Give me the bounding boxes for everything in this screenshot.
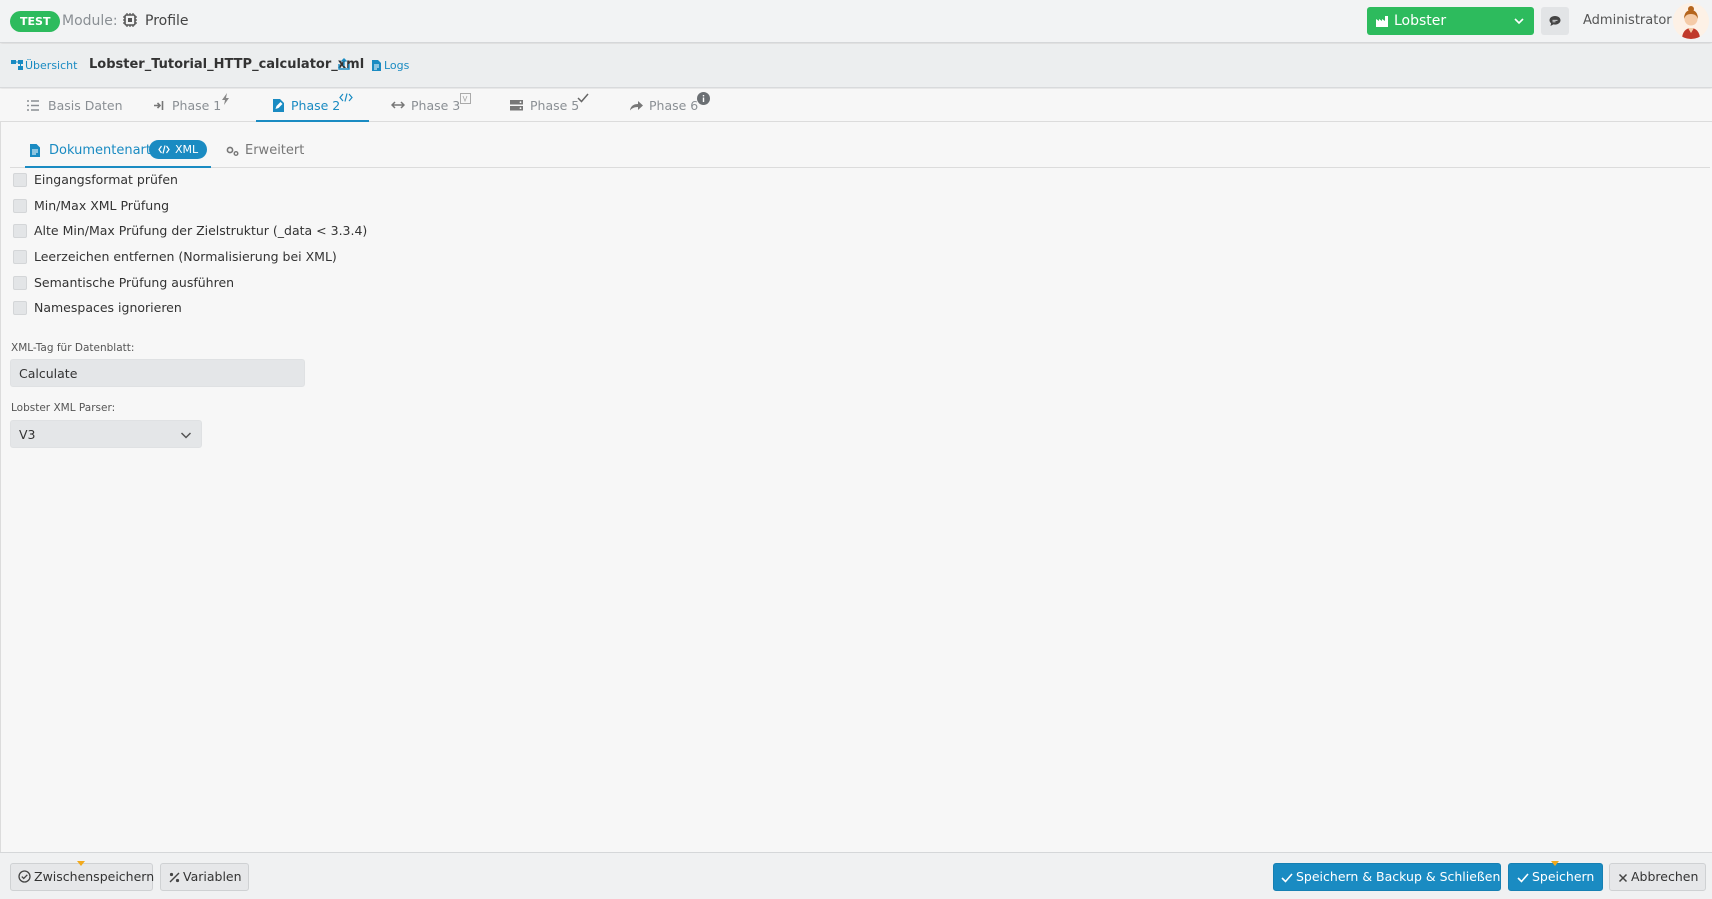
tab-label: Phase 5 (530, 98, 580, 113)
env-badge: TEST (10, 11, 61, 32)
file-edit-icon (273, 99, 284, 112)
logs-link[interactable]: Logs (372, 59, 409, 72)
sitemap-icon (11, 60, 23, 70)
footer: Zwischenspeichern Variablen Speichern & … (0, 852, 1712, 899)
cogs-icon (226, 146, 239, 156)
cancel-button[interactable]: Abbrechen (1609, 863, 1706, 891)
save-button[interactable]: Speichern (1508, 863, 1603, 891)
top-bar: TEST Module: Profile Lobster Administrat… (0, 0, 1712, 43)
notch-marker (1551, 861, 1559, 866)
check-circle-icon (18, 870, 31, 883)
tab-erweitert[interactable]: Erweitert (224, 133, 314, 168)
server-icon (510, 100, 523, 111)
profile-bar: Übersicht Lobster_Tutorial_HTTP_calculat… (0, 44, 1712, 88)
tab-phase-5[interactable]: Phase 5 (505, 89, 605, 122)
code-icon (158, 145, 170, 154)
tab-label: Phase 1 (172, 98, 222, 113)
tab-phase-6[interactable]: Phase 6 (624, 89, 724, 122)
parser-value: V3 (19, 427, 36, 442)
tab-label: Phase 6 (649, 98, 699, 113)
xml-badge-label: XML (175, 143, 199, 156)
checkbox[interactable] (13, 173, 27, 187)
button-label: Variablen (183, 869, 242, 884)
zwischenspeichern-button[interactable]: Zwischenspeichern (10, 863, 155, 891)
parser-select[interactable]: V3 (10, 420, 202, 448)
bolt-icon (222, 93, 229, 105)
chevron-down-icon (1513, 15, 1525, 27)
tab-basis-daten[interactable]: Basis Daten (20, 89, 130, 122)
overview-label: Übersicht (25, 59, 78, 72)
checkbox[interactable] (13, 250, 27, 264)
tenant-select[interactable]: Lobster (1367, 7, 1534, 35)
checkbox[interactable] (13, 276, 27, 290)
xml-tag-input[interactable] (10, 359, 305, 387)
sign-in-icon (154, 101, 164, 110)
file-text-icon (372, 60, 381, 71)
option-label: Alte Min/Max Prüfung der Zielstruktur (_… (34, 223, 368, 238)
option-label: Semantische Prüfung ausführen (34, 275, 235, 290)
tab-label: Phase 2 (291, 98, 341, 113)
tab-label: Erweitert (245, 143, 305, 158)
percent-icon (169, 872, 180, 883)
list-icon (27, 100, 39, 111)
share-icon (630, 101, 643, 111)
variablen-button[interactable]: Variablen (160, 863, 249, 891)
profile-title: Lobster_Tutorial_HTTP_calculator_xml (89, 57, 365, 72)
user-name[interactable]: Administrator (1583, 13, 1672, 28)
tab-label: Phase 3 (411, 98, 461, 113)
check-icon (577, 93, 589, 103)
checkbox[interactable] (13, 301, 27, 315)
chat-button[interactable] (1541, 7, 1569, 35)
phase-tabs: Basis Daten Phase 1 Phase 2 Phase 3 Phas… (0, 89, 1712, 122)
tab-label: Basis Daten (48, 98, 123, 113)
export-icon[interactable] (337, 57, 351, 75)
check-icon (1281, 873, 1293, 883)
button-label: Speichern & Backup & Schließen (1296, 869, 1501, 884)
module-label: Module: (62, 13, 118, 29)
tab-phase-2[interactable]: Phase 2 (256, 89, 369, 122)
module-name[interactable]: Profile (145, 13, 189, 29)
comments-icon (1549, 16, 1561, 26)
notch-marker (77, 861, 85, 866)
file-icon (30, 144, 40, 157)
logs-label: Logs (384, 59, 410, 72)
info-circle-icon (697, 92, 710, 105)
xml-tag-label: XML-Tag für Datenblatt: (11, 342, 135, 354)
sub-tabs: Dokumentenart XML Erweitert (10, 133, 1710, 168)
parser-label: Lobster XML Parser: (11, 402, 116, 414)
close-icon (1618, 873, 1628, 883)
tab-phase-3[interactable]: Phase 3 (385, 89, 485, 122)
option-label: Namespaces ignorieren (34, 300, 182, 315)
save-backup-close-button[interactable]: Speichern & Backup & Schließen (1273, 863, 1501, 891)
option-label: Min/Max XML Prüfung (34, 198, 170, 213)
overview-link[interactable]: Übersicht (11, 59, 77, 72)
button-label: Speichern (1532, 869, 1595, 884)
table-icon (460, 93, 471, 104)
arrows-h-icon (391, 101, 405, 109)
button-label: Zwischenspeichern (34, 869, 155, 884)
chevron-down-icon (180, 432, 192, 439)
avatar[interactable] (1673, 3, 1709, 39)
building-icon (1375, 14, 1389, 28)
checkbox[interactable] (13, 224, 27, 238)
chip-icon (122, 12, 138, 28)
tab-label: Dokumentenart (49, 143, 151, 158)
button-label: Abbrechen (1631, 869, 1699, 884)
tenant-label: Lobster (1394, 13, 1447, 29)
option-label: Leerzeichen entfernen (Normalisierung be… (34, 249, 337, 264)
divider (0, 122, 1, 852)
code-icon (339, 93, 353, 102)
check-icon (1517, 873, 1529, 883)
tab-phase-1[interactable]: Phase 1 (145, 89, 240, 122)
checkbox[interactable] (13, 199, 27, 213)
option-label: Eingangsformat prüfen (34, 172, 178, 187)
xml-badge[interactable]: XML (149, 140, 208, 159)
